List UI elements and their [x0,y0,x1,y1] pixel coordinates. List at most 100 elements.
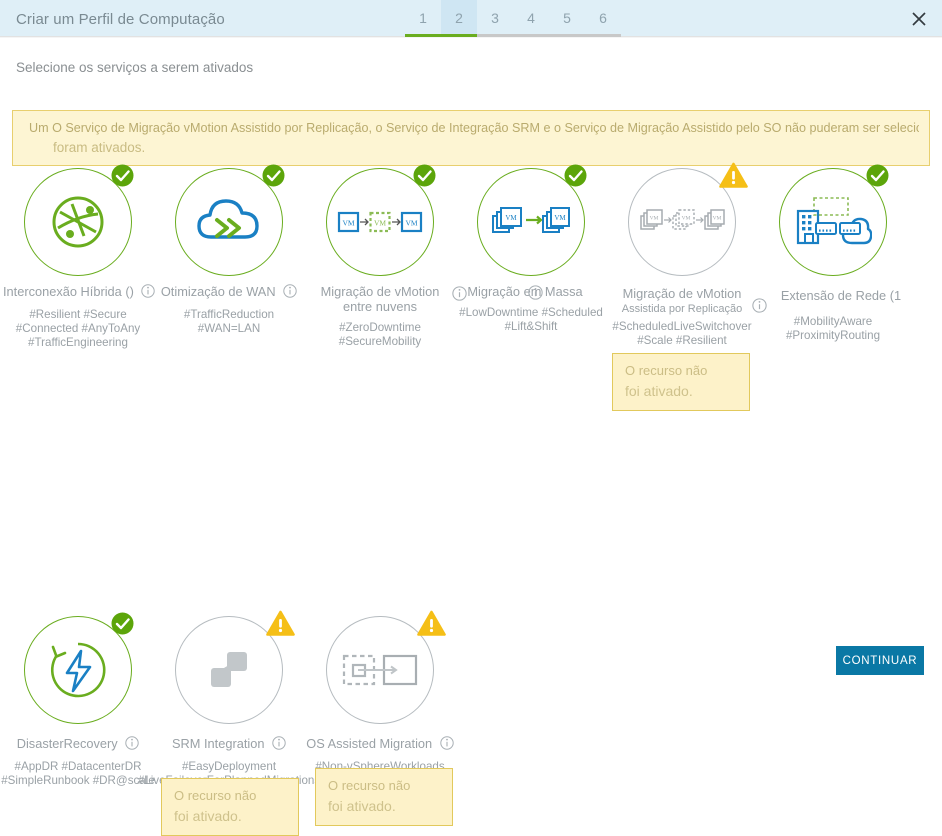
check-badge-icon [564,164,587,187]
card-title-text: Migração em Massa [467,284,583,299]
disabled-tooltip: O recurso não foi ativado. [161,778,299,836]
warning-badge-icon [417,610,446,636]
services-row-2: DisasterRecovery #AppDR #DatacenterDR #Si… [0,393,942,836]
warning-banner-line1: Um O Serviço de Migração vMotion Assisti… [29,121,919,135]
service-circle-wrap [779,164,889,276]
check-badge-icon [111,164,134,187]
disabled-tooltip: O recurso não foi ativado. [315,768,453,826]
disaster-recovery-icon [50,642,106,698]
info-icon[interactable] [272,736,286,753]
card-title: Migração de vMotion [607,286,757,301]
tooltip-line2: foi ativado. [174,808,242,824]
card-title: Extensão de Rede (1 [774,288,908,303]
service-circle-wrap [175,610,295,724]
service-card-srm-integration[interactable]: SRM Integration #EasyDeployment#LiveFail… [138,610,320,836]
service-circle-wrap [175,164,285,276]
card-subtitle: Assistida por Replicação [621,303,743,315]
card-tags: #MobilityAware #ProximityRouting [785,315,881,342]
info-icon[interactable] [283,284,297,301]
os-assisted-migration-icon [342,654,418,686]
info-icon[interactable] [125,736,139,753]
svg-text:VM: VM [505,214,517,222]
card-title: SRM Integration [154,736,304,753]
card-tags: #LowDowntime #Scheduled #Lift&Shift [459,306,603,333]
network-extension-icon [796,197,872,245]
svg-text:VM: VM [650,216,659,222]
bulk-vm-migration-icon: VM VM [492,207,570,233]
step-progress-track [405,34,621,37]
step-3[interactable]: 3 [477,0,513,36]
card-title-text: OS Assisted Migration [306,736,433,751]
svg-text:VM: VM [374,219,386,228]
card-title: Interconexão Híbrida () [3,284,156,301]
step-progress-fill [405,34,477,37]
page-title: Criar um Perfil de Computação [16,11,225,28]
service-card-hybrid-interconnect[interactable]: Interconexão Híbrida () #Resilient #Secu… [3,164,156,350]
service-circle-wrap: VM VM VM [628,162,748,276]
card-title-text: Interconexão Híbrida () [3,284,134,299]
card-title-text: Extensão de Rede (1 [780,288,902,303]
step-5[interactable]: 5 [549,0,585,36]
card-title: Migração em Massa [444,284,606,299]
step-indicator: 1 2 3 4 5 6 [405,0,621,36]
close-icon[interactable] [908,8,930,30]
card-title: DisasterRecovery [3,736,153,753]
card-tags: #ZeroDowntime #SecureMobility [338,321,422,348]
warning-badge-icon [266,610,295,636]
step-4[interactable]: 4 [513,0,549,36]
card-title: Otimização de WAN [154,284,304,301]
svg-text:VM: VM [554,214,566,222]
info-icon[interactable] [440,736,454,753]
service-card-replication-assisted-vmotion[interactable]: VM VM VM Migração de vMotion Assistida p… [607,162,767,411]
warning-banner: Um O Serviço de Migração vMotion Assisti… [12,110,930,166]
svg-text:VM: VM [713,216,722,222]
srm-nodes-icon [211,652,247,687]
step-2[interactable]: 2 [441,0,477,36]
svg-text:VM: VM [682,216,691,222]
card-title-text: Migração de vMotion entre nuvens [320,284,440,314]
tooltip-line2: foi ativado. [328,798,396,814]
services-grid: Interconexão Híbrida () #Resilient #Secu… [0,162,942,836]
service-card-disaster-recovery[interactable]: DisasterRecovery #AppDR #DatacenterDR #Si… [1,612,155,788]
wan-cloud-icon [197,199,259,239]
service-circle-wrap [24,612,134,724]
service-circle-wrap [24,164,134,276]
step-6[interactable]: 6 [585,0,621,36]
service-circle-wrap: VM VM [477,164,587,276]
tooltip-line1: O recurso não [625,363,708,378]
card-tags: #ScheduledLiveSwitchover #Scale #Resilien… [612,320,752,347]
card-title-text: SRM Integration [171,736,265,751]
card-title: OS Assisted Migration [305,736,455,753]
step-1[interactable]: 1 [405,0,441,36]
section-subtitle: Selecione os serviços a serem ativados [16,60,254,75]
svg-text:VM: VM [405,219,417,228]
check-badge-icon [111,612,134,635]
info-icon[interactable] [528,285,543,305]
continue-button[interactable]: CONTINUAR [836,646,924,675]
vm-migration-icon: VM VM VM [337,211,423,233]
tooltip-line1: O recurso não [174,788,257,803]
service-card-wan-optimization[interactable]: Otimização de WAN #TrafficReduction #WAN=… [154,164,304,336]
check-badge-icon [262,164,285,187]
check-badge-icon [413,164,436,187]
service-card-cross-cloud-vmotion[interactable]: VM VM VM Migração de vMotion entre nuven… [305,164,467,349]
card-title: Migração de vMotion entre nuvens [305,284,455,314]
card-title-text: Otimização de WAN [160,284,276,299]
card-tags: #Resilient #Secure #Connected #AnyToAny #T… [15,308,141,349]
warning-banner-line2: foram ativados. [53,140,146,155]
services-row-1: Interconexão Híbrida () #Resilient #Secu… [0,162,942,411]
card-title-text: Migração de vMotion [622,286,742,301]
service-card-bulk-migration[interactable]: VM VM Migração em Massa #LowDowntime #Sc… [456,164,606,334]
warning-badge-icon [719,162,748,188]
card-title-text: DisasterRecovery [16,736,118,751]
tooltip-line1: O recurso não [328,778,411,793]
replication-vm-icon: VM VM VM [640,209,725,230]
card-tags: #TrafficReduction #WAN=LAN [183,308,275,335]
hybrid-interconnect-icon [52,196,104,248]
service-card-os-assisted-migration[interactable]: OS Assisted Migration #Non-vSphereWorklo… [305,610,455,826]
service-card-network-extension[interactable]: Extensão de Rede (1 #MobilityAware #Proxi… [758,164,908,343]
check-badge-icon [866,164,889,187]
service-circle-wrap [326,610,446,724]
dialog-header: Criar um Perfil de Computação 1 2 3 4 5 … [0,0,942,37]
svg-text:VM: VM [342,219,354,228]
